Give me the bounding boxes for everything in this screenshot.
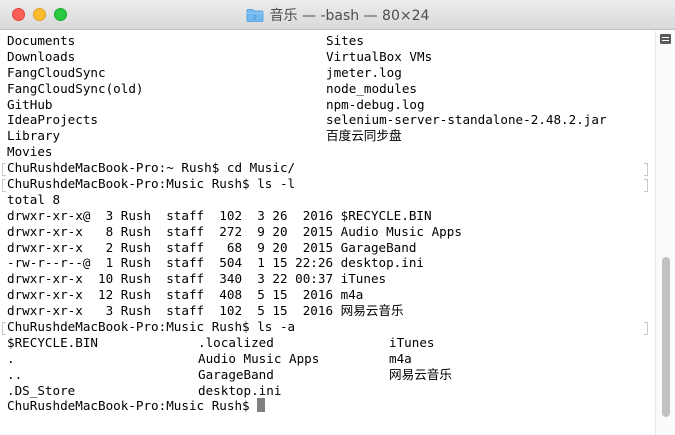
output-text: drwxr-xr-x 8 Rush staff 272 9 20 2015 Au… [7,223,462,239]
terminal-line: FangCloudSync(old) node_modules [7,81,648,97]
terminal-line: IdeaProjects selenium-server-standalone-2… [7,112,648,128]
vertical-scrollbar[interactable] [655,31,675,435]
file-entry: 网易云音乐 [389,366,452,382]
file-entry-left: FangCloudSync [7,64,106,80]
terminal-line: drwxr-xr-x 10 Rush staff 340 3 22 00:37 … [7,271,648,287]
terminal-line: Library 百度云同步盘 [7,128,648,144]
terminal-line: ChuRushdeMacBook-Pro:Music Rush$ ls -a [2,319,648,336]
file-entry-left: GitHub [7,96,53,112]
scrollbar-thumb[interactable] [662,257,670,417]
terminal-line: -rw-r--r--@ 1 Rush staff 504 1 15 22:26 … [7,255,648,271]
text-cursor [257,398,266,413]
terminal-output[interactable]: Documents Sites Downloads VirtualBox VMs Fan… [0,31,648,427]
terminal-line: Downloads VirtualBox VMs [7,49,648,65]
output-text: drwxr-xr-x 10 Rush staff 340 3 22 00:37 … [7,271,387,287]
output-text: ChuRushdeMacBook-Pro:~ Rush$ cd Music/ [7,160,296,176]
terminal-line: ChuRushdeMacBook-Pro:Music Rush$ ls -l [2,176,648,193]
window-title-container: ♪ 音乐 — -bash — 80×24 [0,0,675,30]
file-entry-right: npm-debug.log [326,96,425,112]
prompt-mark-right [644,179,648,193]
file-entry: . [7,350,15,366]
terminal-line: drwxr-xr-x 2 Rush staff 68 9 20 2015 Gar… [7,240,648,256]
terminal-line: drwxr-xr-x 8 Rush staff 272 9 20 2015 Au… [7,224,648,240]
file-entry-left: FangCloudSync(old) [7,80,144,96]
file-entry-left: Downloads [7,48,76,64]
svg-text:♪: ♪ [253,15,257,22]
window-title: 音乐 — -bash — 80×24 [269,8,430,24]
output-text: drwxr-xr-x@ 3 Rush staff 102 3 26 2016 $… [7,207,432,223]
prompt-mark-right [644,163,648,177]
terminal-line: drwxr-xr-x 3 Rush staff 102 5 15 2016 网易… [7,303,648,319]
output-text: drwxr-xr-x 12 Rush staff 408 5 15 2016 m… [7,287,364,303]
terminal-line: total 8 [7,192,648,208]
folder-icon: ♪ [246,9,263,22]
file-entry: desktop.ini [198,382,282,398]
file-entry-left: Library [7,128,61,144]
prompt-mark-left [2,322,6,336]
output-text: -rw-r--r--@ 1 Rush staff 504 1 15 22:26 … [7,255,425,271]
terminal-line: .. GarageBand 网易云音乐 [7,367,648,383]
terminal-line: Documents Sites [7,33,648,49]
output-text: drwxr-xr-x 2 Rush staff 68 9 20 2015 Gar… [7,239,417,255]
file-entry-right: Sites [326,33,364,48]
file-entry: m4a [389,350,412,366]
file-entry: iTunes [389,334,435,350]
terminal-line: drwxr-xr-x 12 Rush staff 408 5 15 2016 m… [7,287,648,303]
file-entry-right: jmeter.log [326,64,402,80]
file-entry-left: Documents [7,33,76,48]
file-entry-right: VirtualBox VMs [326,48,433,64]
terminal-line: . Audio Music Apps m4a [7,351,648,367]
terminal-line: ChuRushdeMacBook-Pro:Music Rush$ [7,398,648,414]
terminal-line: .DS_Store desktop.ini [7,383,648,399]
file-entry: Audio Music Apps [198,350,320,366]
prompt-mark-left [2,163,6,177]
terminal-window: ♪ 音乐 — -bash — 80×24 Documents Sites Downl… [0,0,675,435]
title-bar[interactable]: ♪ 音乐 — -bash — 80×24 [0,0,675,30]
terminal-line: GitHub npm-debug.log [7,97,648,113]
file-entry: $RECYCLE.BIN [7,334,98,350]
scrollbar-menu-icon[interactable] [660,34,671,44]
file-entry: .DS_Store [7,382,76,398]
output-text: drwxr-xr-x 3 Rush staff 102 5 15 2016 网易… [7,303,404,319]
file-entry-right: selenium-server-standalone-2.48.2.jar [326,112,607,128]
output-text: total 8 [7,191,61,207]
file-entry: GarageBand [198,366,274,382]
output-text: ChuRushdeMacBook-Pro:Music Rush$ ls -a [7,319,296,335]
file-entry-left: Movies [7,144,53,160]
terminal-line: drwxr-xr-x@ 3 Rush staff 102 3 26 2016 $… [7,208,648,224]
file-entry-left: IdeaProjects [7,112,98,128]
prompt-mark-right [644,322,648,336]
file-entry-right: 百度云同步盘 [326,128,402,144]
terminal-line: $RECYCLE.BIN .localized iTunes [7,335,648,351]
terminal-line: Movies [7,144,648,160]
terminal-line: ChuRushdeMacBook-Pro:~ Rush$ cd Music/ [2,160,648,177]
prompt-mark-left [2,179,6,193]
file-entry-right: node_modules [326,80,417,96]
file-entry: .localized [198,334,274,350]
output-text: ChuRushdeMacBook-Pro:Music Rush$ ls -l [7,176,296,192]
terminal-line: FangCloudSync jmeter.log [7,65,648,81]
file-entry: .. [7,366,23,382]
prompt-text: ChuRushdeMacBook-Pro:Music Rush$ [7,398,258,414]
